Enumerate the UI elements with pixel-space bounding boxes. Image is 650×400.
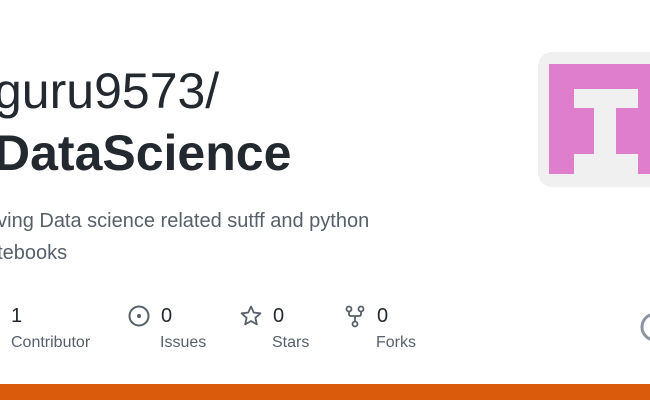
repo-description-line: otebooks xyxy=(0,242,68,264)
issue-icon xyxy=(127,304,151,328)
star-icon xyxy=(239,304,263,328)
fork-icon xyxy=(343,304,367,328)
stat-label: Issues xyxy=(160,334,207,351)
repo-description: aving Data science related sutff and pyt… xyxy=(0,205,456,269)
stat-count: 0 xyxy=(273,304,285,327)
stat-forks[interactable]: 0 Forks xyxy=(343,300,416,352)
stat-label: Contributor xyxy=(11,334,91,351)
repo-social-card: guru9573/ DataScience aving Data science… xyxy=(0,0,650,400)
stat-label: Stars xyxy=(272,334,310,351)
stat-count: 0 xyxy=(377,304,389,327)
stat-count: 0 xyxy=(161,304,173,327)
stat-stars[interactable]: 0 Stars xyxy=(239,300,309,352)
accent-bar xyxy=(0,384,650,400)
stat-label: Forks xyxy=(376,334,416,351)
stat-count: 1 xyxy=(11,304,23,327)
repo-owner[interactable]: guru9573/ xyxy=(0,60,219,122)
github-logo-icon xyxy=(640,312,650,342)
owner-avatar[interactable] xyxy=(538,52,650,187)
identicon-avatar xyxy=(549,64,650,174)
stat-issues[interactable]: 0 Issues xyxy=(127,300,206,352)
repo-description-line: aving Data science related sutff and pyt… xyxy=(0,210,370,232)
repo-name[interactable]: DataScience xyxy=(0,122,291,184)
stat-contributors[interactable]: 1 Contributor xyxy=(11,300,90,352)
repo-stats: 1 Contributor 0 Issues 0 Stars 0 Forks xyxy=(0,300,650,360)
